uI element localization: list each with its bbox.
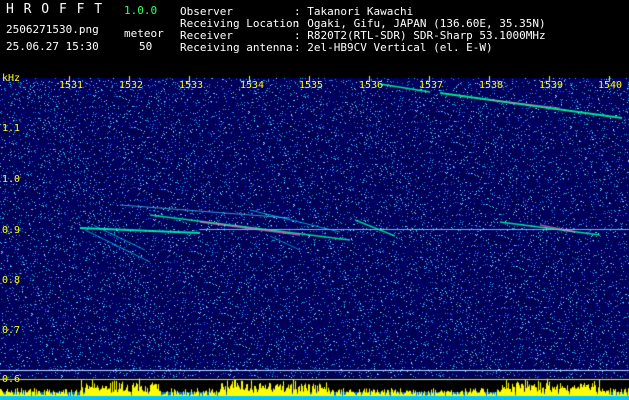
y-tick-label: 0.8 xyxy=(2,275,21,286)
x-tick-label: 1538 xyxy=(479,80,504,91)
x-tick-label: 1532 xyxy=(119,80,144,91)
x-tick-label: 1540 xyxy=(598,80,623,91)
app-title: H R O F F T xyxy=(6,2,104,17)
x-tick-label: 1533 xyxy=(179,80,204,91)
x-tick-label: 1539 xyxy=(539,80,564,91)
antenna-value: : 2el-HB9CV Vertical (el. E-W) xyxy=(294,41,493,54)
antenna-label: Receiving antenna xyxy=(180,41,293,54)
x-tick-label: 1535 xyxy=(299,80,324,91)
y-tick-label: 0.6 xyxy=(2,374,21,385)
x-tick-label: 1537 xyxy=(419,80,444,91)
x-tick-label: 1534 xyxy=(240,80,265,91)
meteor-count: 50 xyxy=(139,40,153,53)
y-tick-label: 0.7 xyxy=(2,325,21,336)
y-tick-label: 0.9 xyxy=(2,225,21,236)
x-tick-label: 1531 xyxy=(59,80,84,91)
y-axis-unit: kHz xyxy=(2,73,21,84)
file-name: 2506271530.png xyxy=(6,23,99,36)
waterfall-spectrogram xyxy=(0,0,629,400)
y-tick-label: 1.1 xyxy=(2,123,21,134)
app-version: 1.0.0 xyxy=(124,4,158,17)
date-time: 25.06.27 15:30 xyxy=(6,40,99,53)
meteor-label: meteor xyxy=(124,27,164,40)
x-tick-label: 1536 xyxy=(359,80,384,91)
y-tick-label: 1.0 xyxy=(2,174,21,185)
